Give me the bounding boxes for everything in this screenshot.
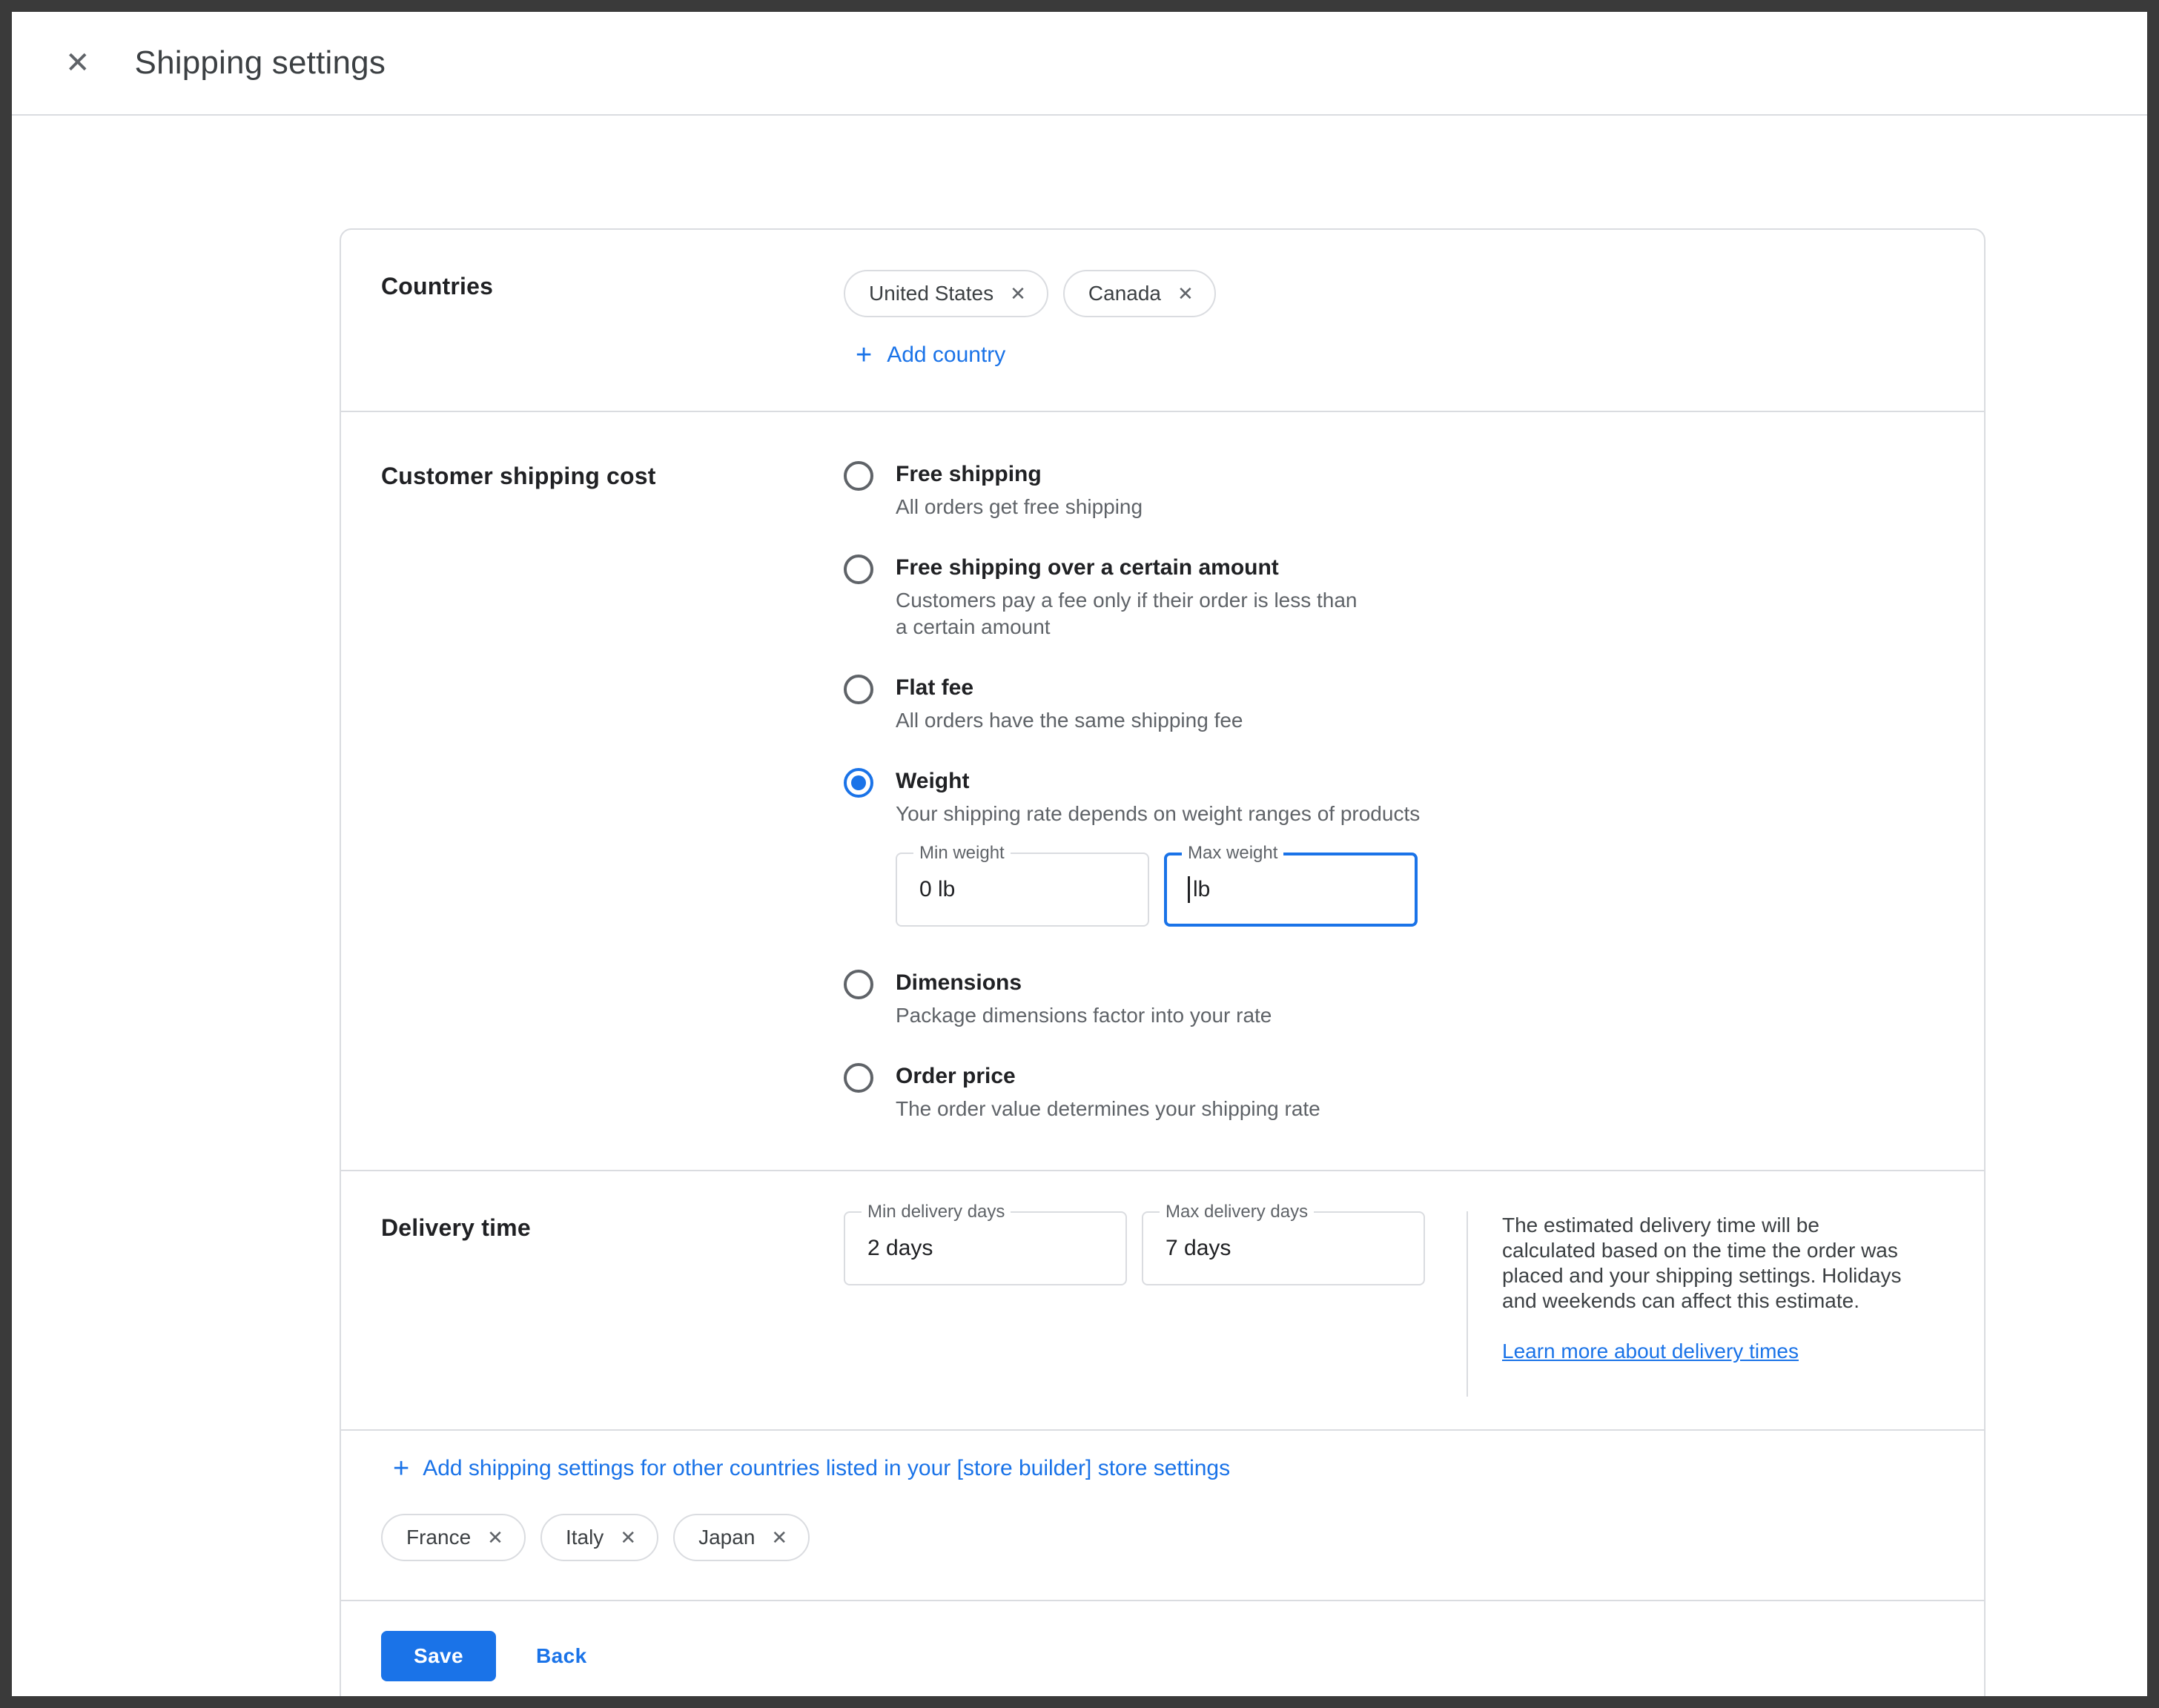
radio-option-weight[interactable]: Weight Your shipping rate depends on wei… xyxy=(844,767,1420,936)
max-weight-field[interactable]: Max weight lb xyxy=(1164,853,1418,927)
actions-section: Save Back xyxy=(341,1600,1984,1708)
max-weight-field-label: Max weight xyxy=(1182,844,1283,863)
delivery-time-content: Min delivery days 2 days Max delivery da… xyxy=(844,1211,1944,1397)
max-delivery-days-field[interactable]: Max delivery days 7 days xyxy=(1142,1211,1425,1285)
option-description: The order value determines your shipping… xyxy=(896,1096,1320,1122)
max-delivery-days-label: Max delivery days xyxy=(1160,1202,1314,1222)
chip-remove-button[interactable]: ✕ xyxy=(768,1525,790,1550)
radio-icon[interactable] xyxy=(844,461,873,491)
chip-label: France xyxy=(406,1526,471,1549)
delivery-time-label: Delivery time xyxy=(381,1211,844,1397)
other-country-chip-list: France ✕ Italy ✕ Japan ✕ xyxy=(381,1514,1944,1561)
add-other-countries-label: Add shipping settings for other countrie… xyxy=(423,1456,1230,1481)
countries-section: Countries United States ✕ Canada ✕ xyxy=(341,230,1984,411)
delivery-info: The estimated delivery time will be calc… xyxy=(1502,1211,1905,1397)
save-button[interactable]: Save xyxy=(381,1631,496,1681)
close-button[interactable]: ✕ xyxy=(56,39,99,87)
option-title: Weight xyxy=(896,767,1420,796)
country-chip-list: United States ✕ Canada ✕ xyxy=(844,270,1216,317)
chip-label: Canada xyxy=(1088,282,1161,305)
delivery-fields: Min delivery days 2 days Max delivery da… xyxy=(844,1211,1425,1397)
radio-option-dimensions[interactable]: Dimensions Package dimensions factor int… xyxy=(844,968,1420,1029)
max-delivery-days-value: 7 days xyxy=(1166,1236,1231,1261)
radio-option-free-shipping[interactable]: Free shipping All orders get free shippi… xyxy=(844,460,1420,520)
vertical-divider xyxy=(1467,1211,1468,1397)
close-icon: ✕ xyxy=(1177,284,1194,303)
back-button[interactable]: Back xyxy=(527,1644,596,1668)
option-description: Package dimensions factor into your rate xyxy=(896,1002,1272,1029)
option-description: All orders get free shipping xyxy=(896,494,1143,520)
max-weight-field-value: lb xyxy=(1193,877,1210,902)
country-chip-italy: Italy ✕ xyxy=(540,1514,658,1561)
option-title: Dimensions xyxy=(896,968,1272,998)
chip-remove-button[interactable]: ✕ xyxy=(617,1525,639,1550)
weight-fields: Min weight 0 lb Max weight lb xyxy=(896,853,1420,927)
country-chip-japan: Japan ✕ xyxy=(673,1514,810,1561)
add-country-button[interactable]: + Add country xyxy=(844,341,1005,369)
chip-label: Italy xyxy=(566,1526,604,1549)
shipping-cost-label: Customer shipping cost xyxy=(381,460,844,1128)
radio-option-flat-fee[interactable]: Flat fee All orders have the same shippi… xyxy=(844,673,1420,734)
close-icon: ✕ xyxy=(487,1528,503,1547)
delivery-info-text: The estimated delivery time will be calc… xyxy=(1502,1213,1905,1314)
shipping-cost-options: Free shipping All orders get free shippi… xyxy=(844,460,1420,1128)
close-icon: ✕ xyxy=(620,1528,636,1547)
add-country-label: Add country xyxy=(887,342,1005,368)
other-countries-section: + Add shipping settings for other countr… xyxy=(341,1429,1984,1600)
radio-option-order-price[interactable]: Order price The order value determines y… xyxy=(844,1062,1420,1122)
radio-icon[interactable] xyxy=(844,768,873,798)
chip-remove-button[interactable]: ✕ xyxy=(484,1525,506,1550)
radio-icon[interactable] xyxy=(844,1063,873,1093)
option-description: All orders have the same shipping fee xyxy=(896,707,1243,734)
min-weight-field-label: Min weight xyxy=(913,844,1011,863)
delivery-time-section: Delivery time Min delivery days 2 days M… xyxy=(341,1170,1984,1429)
option-title: Flat fee xyxy=(896,673,1243,703)
option-title: Free shipping xyxy=(896,460,1143,489)
option-title: Free shipping over a certain amount xyxy=(896,553,1373,583)
shipping-settings-dialog: ✕ Shipping settings Countries United Sta… xyxy=(0,0,2159,1708)
radio-icon[interactable] xyxy=(844,675,873,704)
add-other-countries-button[interactable]: + Add shipping settings for other countr… xyxy=(381,1454,1230,1483)
close-icon: ✕ xyxy=(1010,284,1026,303)
option-description: Your shipping rate depends on weight ran… xyxy=(896,801,1420,827)
radio-icon[interactable] xyxy=(844,970,873,999)
min-weight-field[interactable]: Min weight 0 lb xyxy=(896,853,1149,927)
page-title: Shipping settings xyxy=(135,44,386,82)
close-icon: ✕ xyxy=(771,1528,787,1547)
country-chip-france: France ✕ xyxy=(381,1514,526,1561)
option-description: Customers pay a fee only if their order … xyxy=(896,587,1373,640)
countries-label: Countries xyxy=(381,270,844,369)
chip-label: Japan xyxy=(698,1526,755,1549)
chip-remove-button[interactable]: ✕ xyxy=(1007,281,1029,306)
learn-more-link[interactable]: Learn more about delivery times xyxy=(1502,1339,1799,1364)
min-weight-field-value: 0 lb xyxy=(919,877,955,902)
country-chip-canada: Canada ✕ xyxy=(1063,270,1216,317)
min-delivery-days-value: 2 days xyxy=(867,1236,933,1261)
min-delivery-days-label: Min delivery days xyxy=(862,1202,1011,1222)
option-title: Order price xyxy=(896,1062,1320,1091)
plus-icon: + xyxy=(393,1454,409,1483)
text-caret xyxy=(1188,876,1190,903)
chip-label: United States xyxy=(869,282,993,305)
radio-option-free-over-amount[interactable]: Free shipping over a certain amount Cust… xyxy=(844,553,1420,640)
chip-remove-button[interactable]: ✕ xyxy=(1174,281,1197,306)
close-icon: ✕ xyxy=(65,48,90,78)
settings-card: Countries United States ✕ Canada ✕ xyxy=(340,228,1986,1708)
shipping-cost-section: Customer shipping cost Free shipping All… xyxy=(341,411,1984,1170)
countries-content: United States ✕ Canada ✕ xyxy=(844,270,1216,369)
dialog-header: ✕ Shipping settings xyxy=(12,12,2147,116)
country-chip-united-states: United States ✕ xyxy=(844,270,1048,317)
plus-icon: + xyxy=(856,341,872,369)
min-delivery-days-field[interactable]: Min delivery days 2 days xyxy=(844,1211,1127,1285)
radio-icon[interactable] xyxy=(844,555,873,584)
